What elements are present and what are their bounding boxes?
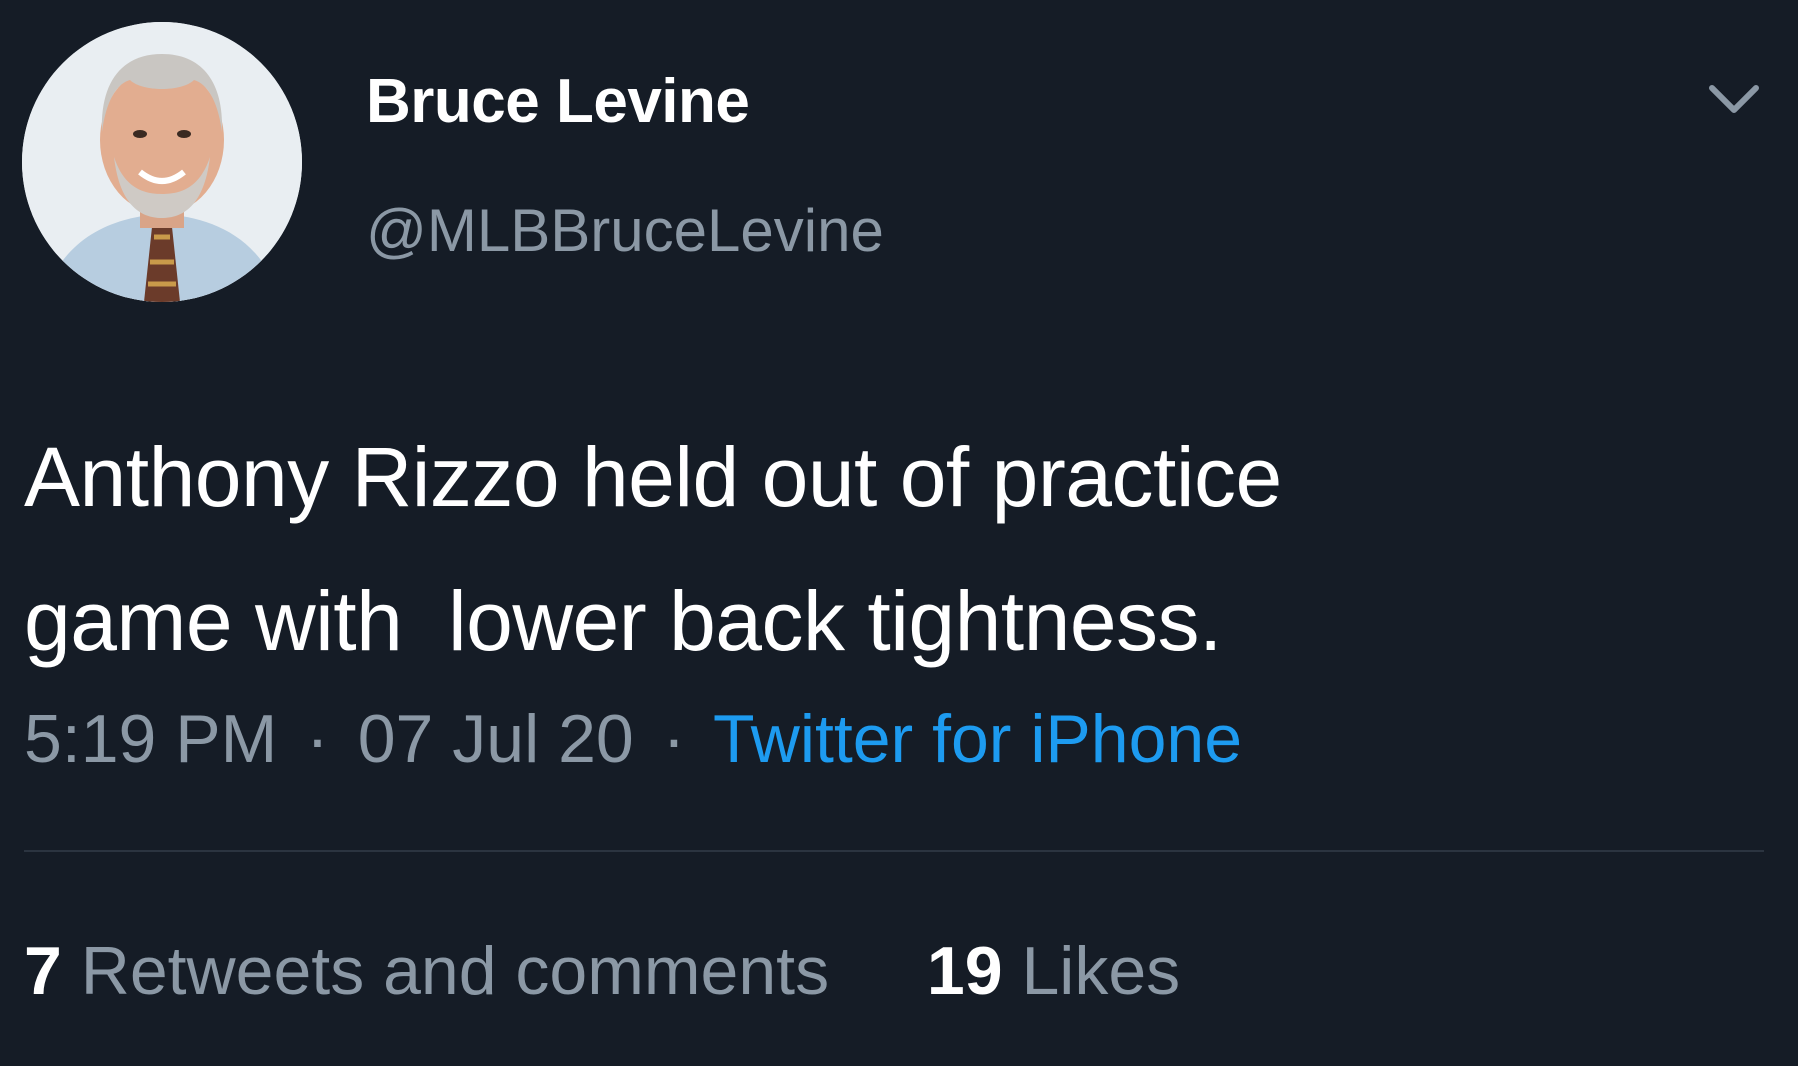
retweets-stat[interactable]: 7 Retweets and comments — [24, 933, 848, 1009]
avatar[interactable] — [22, 22, 302, 302]
tweet-text: Anthony Rizzo held out of practice game … — [24, 430, 1282, 668]
likes-count: 19 — [926, 933, 1003, 1009]
retweets-count: 7 — [24, 933, 62, 1009]
tweet-time[interactable]: 5:19 PM — [24, 701, 277, 777]
meta-separator: · — [306, 701, 329, 777]
tweet-source-link[interactable]: Twitter for iPhone — [713, 701, 1242, 777]
author-display-name[interactable]: Bruce Levine — [366, 66, 750, 137]
meta-separator: · — [662, 701, 686, 777]
tweet-stats: 7 Retweets and comments 19 Likes — [24, 932, 1180, 1010]
tweet-meta: 5:19 PM · 07 Jul 20 · Twitter for iPhone — [24, 700, 1242, 778]
tweet-card: Bruce Levine @MLBBruceLevine Anthony Riz… — [0, 0, 1798, 1066]
author-handle[interactable]: @MLBBruceLevine — [366, 196, 884, 265]
tweet-date[interactable]: 07 Jul 20 — [358, 701, 634, 777]
divider — [24, 850, 1764, 852]
likes-stat[interactable]: 19 Likes — [927, 933, 1180, 1009]
retweets-label: Retweets and comments — [80, 933, 830, 1009]
avatar-photo — [22, 22, 302, 302]
likes-label: Likes — [1021, 933, 1181, 1009]
chevron-down-icon[interactable] — [1706, 80, 1762, 120]
